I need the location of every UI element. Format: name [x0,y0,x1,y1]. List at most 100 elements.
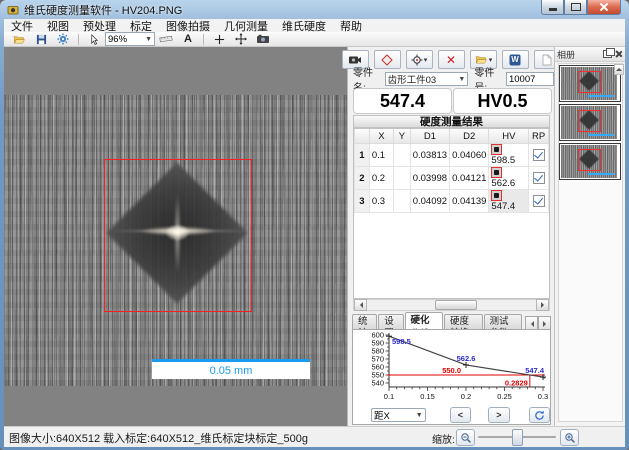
hardness-scale-readout: HV0.5 [453,88,552,114]
col-header-D1[interactable]: D1 [410,129,449,144]
tab-硬度转换[interactable]: 硬度转换 [444,314,483,329]
measurement-roi-box[interactable] [104,159,252,312]
text-tool-button[interactable]: A [178,31,198,47]
delete-button[interactable]: ✕ [438,50,465,69]
album-title: 相册 [557,48,575,61]
table-row[interactable]: 20.2 0.039980.04121562.6 [355,167,549,190]
thumbnail-image [561,67,617,100]
measure-button[interactable] [156,31,176,47]
scroll-left-button[interactable] [354,299,367,311]
album-header: 相册 [555,47,625,62]
maximize-button[interactable] [564,0,587,15]
float-panel-button[interactable] [602,49,612,59]
app-icon [7,4,19,16]
thumbnail-scale-bar [588,95,614,97]
statusbar-zoom-label: 缩放: [432,431,455,446]
cell-d1[interactable]: 0.03998 [410,167,449,190]
text-tool-icon: A [184,33,192,45]
table-row[interactable]: 10.1 0.038130.04060598.5 [355,144,549,167]
open-button[interactable] [9,31,29,47]
cell-d2[interactable]: 0.04121 [450,167,489,190]
curve-series-select[interactable]: 距X▼ [371,408,426,422]
curve-controls: 距X▼ < > [353,406,550,424]
cell-y[interactable] [394,167,411,190]
scroll-thumb[interactable] [435,300,477,310]
rp-checkbox[interactable] [533,172,545,184]
scale-bar-label: 0.05 mm [210,365,253,377]
cell-hv[interactable]: 598.5 [489,144,529,167]
cell-rp[interactable] [529,144,549,167]
save-button[interactable] [31,31,51,47]
col-header-row[interactable] [355,129,370,144]
tab-设置[interactable]: 设置 [378,314,403,329]
part-no-input[interactable] [506,72,554,86]
cell-x[interactable]: 0.1 [369,144,393,167]
cell-hv[interactable]: 547.4 [489,190,529,213]
cell-x[interactable]: 0.2 [369,167,393,190]
float-window-icon [603,50,612,58]
album-thumbnail-2[interactable] [559,104,621,141]
cell-y[interactable] [394,190,411,213]
minimize-button[interactable] [541,0,564,15]
tab-统计[interactable]: 统计 [352,314,377,329]
album-thumbnail-3[interactable] [559,143,621,180]
word-report-button[interactable]: W [502,50,529,69]
camera-button[interactable] [253,31,273,47]
close-button[interactable] [587,0,621,15]
cell-d2[interactable]: 0.04139 [450,190,489,213]
col-header-Y[interactable]: Y [394,129,411,144]
next-point-button[interactable]: > [488,407,509,423]
indent-thumb-icon [491,167,502,178]
zoom-out-button[interactable] [456,429,475,446]
cell-d1[interactable]: 0.04092 [410,190,449,213]
rp-checkbox[interactable] [533,195,545,207]
part-name-select[interactable]: 齿形工件03▼ [385,72,469,86]
results-table-title: 硬度测量结果 [353,115,550,128]
table-row[interactable]: 30.3 0.040920.04139547.4 [355,190,549,213]
status-info: 图像大小:640X512 载入标定:640X512_维氏标定块标定_500g [9,430,308,446]
zoom-in-button[interactable] [560,429,579,446]
cell-hv[interactable]: 562.6 [489,167,529,190]
album-thumbnail-1[interactable] [559,65,621,102]
album-scroll-up-button[interactable] [614,64,624,75]
scroll-right-button[interactable] [536,299,549,311]
prev-point-button[interactable]: < [450,407,471,423]
select-cursor-button[interactable] [84,31,104,47]
col-header-X[interactable]: X [369,129,393,144]
arrow-up-icon [616,65,622,71]
tab-硬化曲线[interactable]: 硬化曲线 [405,312,444,329]
cell-idx[interactable]: 3 [355,190,370,213]
table-hscrollbar[interactable] [353,299,550,311]
album-thumbnails [558,63,623,422]
close-panel-button[interactable] [613,49,623,59]
zoom-slider-thumb[interactable] [512,429,523,446]
tab-测试参数[interactable]: 测试参数 [484,314,523,329]
crosshair-button[interactable] [209,31,229,47]
auto-locate-icon [411,54,423,66]
scroll-track[interactable] [367,300,536,310]
auto-locate-button[interactable]: ▾ [406,50,433,69]
move-button[interactable] [231,31,251,47]
col-header-RP[interactable]: RP [529,129,549,144]
cell-y[interactable] [394,144,411,167]
close-icon [614,50,622,58]
cell-d2[interactable]: 0.04060 [450,144,489,167]
refresh-curve-button[interactable] [529,407,550,423]
svg-text:550: 550 [371,371,384,380]
col-header-HV[interactable]: HV [489,129,529,144]
save-icon [36,34,47,45]
specimen-image[interactable]: 0.05 mm [4,95,347,386]
refresh-icon [534,410,545,421]
cell-rp[interactable] [529,167,549,190]
cell-idx[interactable]: 2 [355,167,370,190]
close-icon [599,2,609,12]
settings-button[interactable] [53,31,73,47]
image-viewport[interactable]: 0.05 mm [4,47,347,426]
cell-x[interactable]: 0.3 [369,190,393,213]
col-header-D2[interactable]: D2 [450,129,489,144]
cell-rp[interactable] [529,190,549,213]
cell-idx[interactable]: 1 [355,144,370,167]
rp-checkbox[interactable] [533,149,545,161]
zoom-select[interactable]: 96%▼ [105,32,155,46]
cell-d1[interactable]: 0.03813 [410,144,449,167]
